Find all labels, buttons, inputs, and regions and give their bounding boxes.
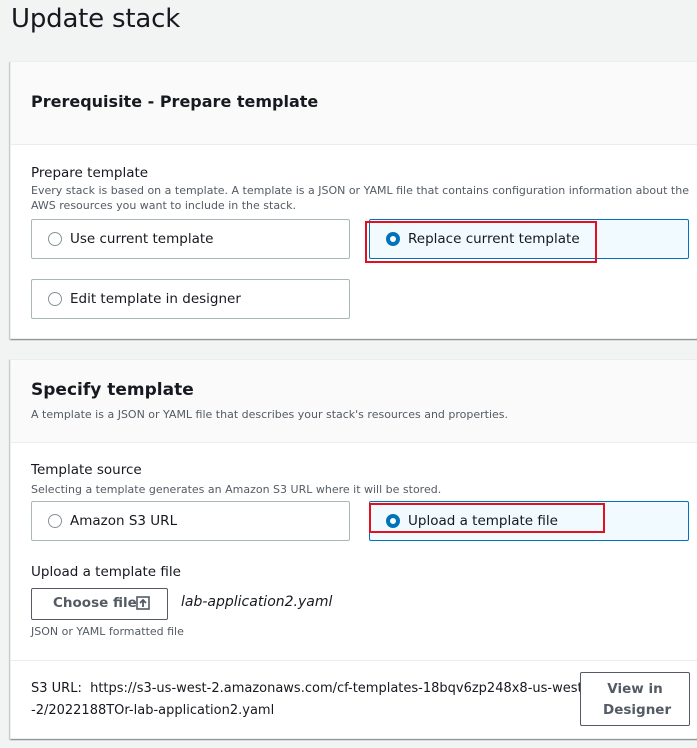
template-source-description: Selecting a template generates an Amazon… bbox=[31, 483, 442, 496]
s3-url-label: S3 URL: bbox=[31, 681, 82, 696]
prerequisite-panel-header: Prerequisite - Prepare template bbox=[11, 62, 697, 145]
specify-template-panel: Specify template A template is a JSON or… bbox=[10, 359, 697, 739]
option-label: Replace current template bbox=[408, 231, 580, 247]
radio-icon bbox=[48, 232, 62, 246]
option-upload-template-file[interactable]: Upload a template file bbox=[369, 501, 689, 541]
upload-icon bbox=[136, 596, 150, 610]
option-edit-template-in-designer[interactable]: Edit template in designer bbox=[31, 279, 350, 319]
prepare-template-description: Every stack is based on a template. A te… bbox=[31, 184, 689, 212]
s3-url-text: S3 URL: https://s3-us-west-2.amazonaws.c… bbox=[31, 678, 586, 722]
prerequisite-panel-title: Prerequisite - Prepare template bbox=[31, 92, 319, 111]
specify-template-panel-title: Specify template bbox=[31, 380, 194, 400]
option-label: Upload a template file bbox=[408, 513, 558, 529]
specify-template-panel-header: Specify template A template is a JSON or… bbox=[11, 360, 697, 443]
view-in-designer-label: View in Designer bbox=[603, 681, 672, 718]
option-amazon-s3-url[interactable]: Amazon S3 URL bbox=[31, 501, 350, 541]
choose-file-button[interactable]: Choose file bbox=[31, 588, 168, 620]
selected-file-name: lab-application2.yaml bbox=[181, 594, 333, 610]
page-title: Update stack bbox=[11, 4, 181, 34]
s3-url-value: https://s3-us-west-2.amazonaws.com/cf-te… bbox=[31, 681, 583, 718]
view-in-designer-button[interactable]: View in Designer bbox=[580, 672, 690, 726]
prepare-template-label: Prepare template bbox=[31, 165, 149, 181]
prerequisite-panel: Prerequisite - Prepare template Prepare … bbox=[10, 61, 697, 339]
divider bbox=[11, 660, 697, 661]
upload-template-file-label: Upload a template file bbox=[31, 564, 181, 580]
choose-file-label: Choose file bbox=[53, 595, 137, 611]
radio-icon bbox=[48, 292, 62, 306]
file-format-hint: JSON or YAML formatted file bbox=[31, 625, 184, 638]
option-use-current-template[interactable]: Use current template bbox=[31, 219, 350, 259]
specify-template-panel-description: A template is a JSON or YAML file that d… bbox=[31, 408, 509, 421]
option-replace-current-template[interactable]: Replace current template bbox=[369, 219, 689, 259]
radio-checked-icon bbox=[386, 232, 400, 246]
option-label: Edit template in designer bbox=[70, 291, 241, 307]
option-label: Amazon S3 URL bbox=[70, 513, 178, 529]
radio-checked-icon bbox=[386, 514, 400, 528]
template-source-label: Template source bbox=[31, 462, 142, 478]
option-label: Use current template bbox=[70, 231, 214, 247]
radio-icon bbox=[48, 514, 62, 528]
